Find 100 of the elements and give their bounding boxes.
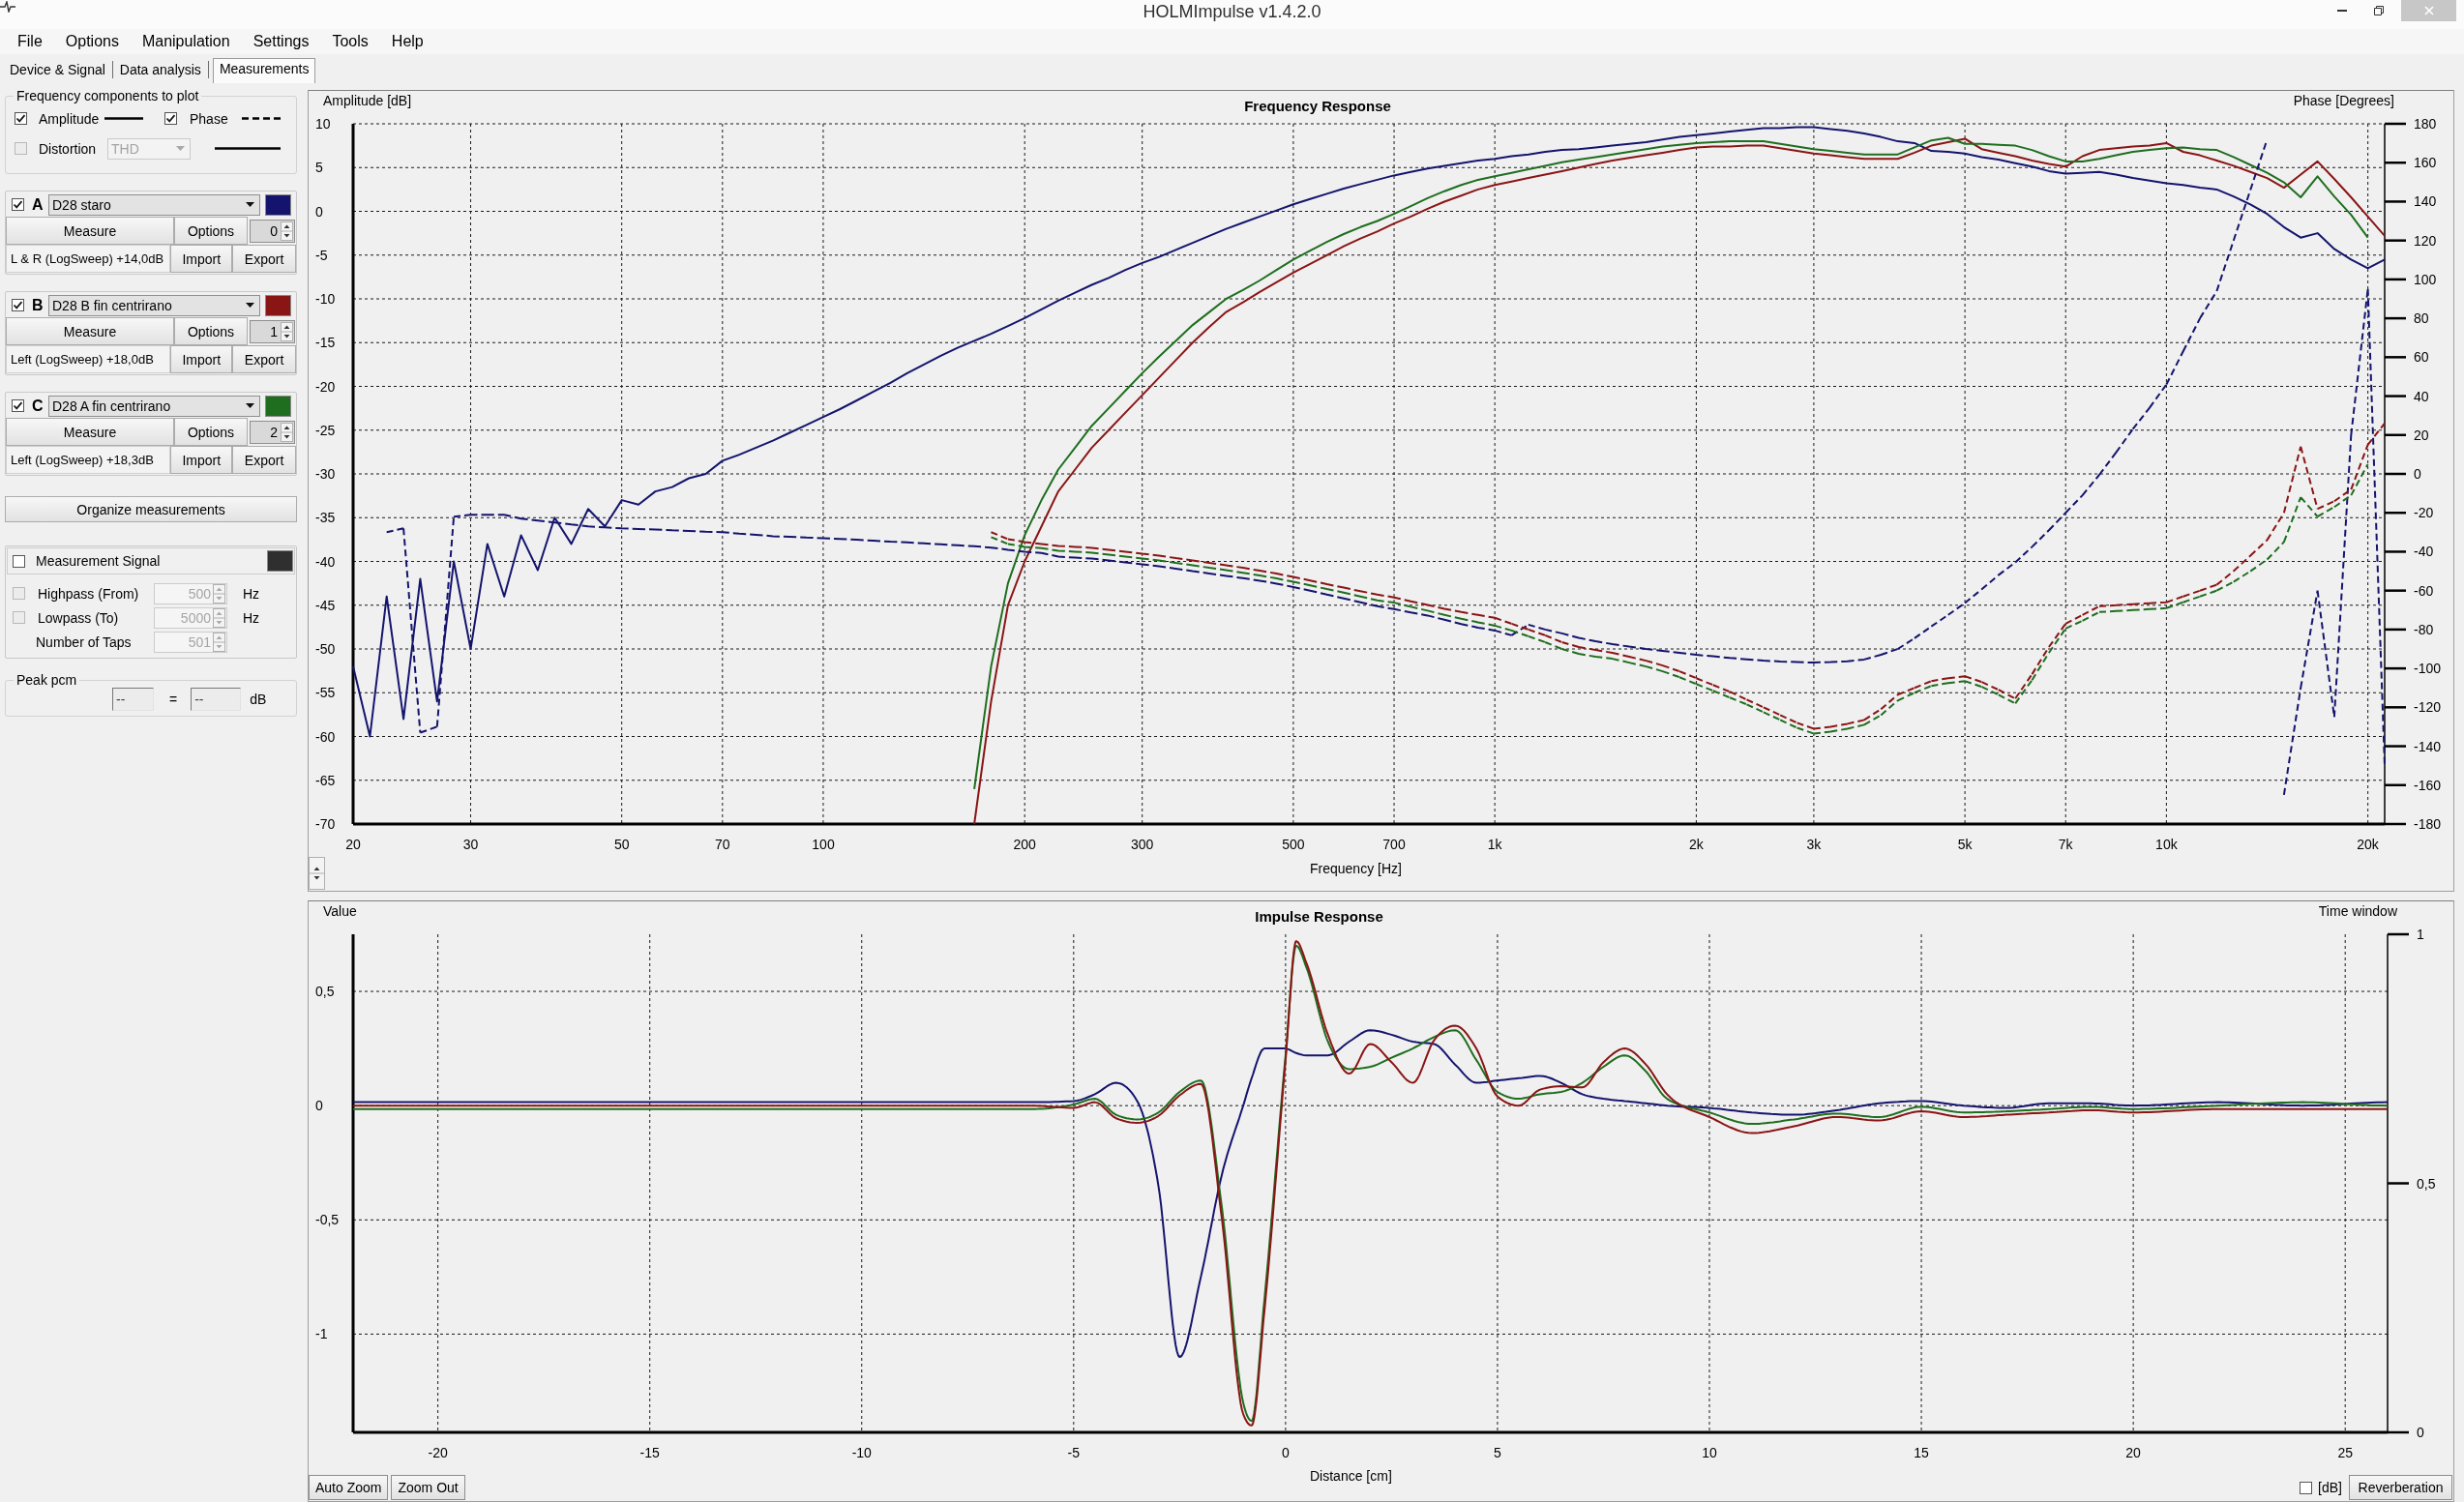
menu-item[interactable]: File xyxy=(6,32,54,51)
axis-title: Value xyxy=(323,903,357,919)
tab[interactable]: Data analysis xyxy=(112,61,209,78)
caret-icon xyxy=(176,146,185,151)
text-field[interactable]: -- xyxy=(191,688,242,711)
color-swatch[interactable] xyxy=(265,294,291,316)
color-swatch[interactable] xyxy=(267,550,293,572)
axis-tick-label: -60 xyxy=(2414,582,2434,599)
info-label: Left (LogSweep) +18,0dB xyxy=(6,345,171,373)
axis-tick-label: 7k xyxy=(2058,837,2073,852)
axis-tick-label: 70 xyxy=(715,837,730,852)
import-button[interactable]: Import xyxy=(170,345,233,373)
group-title: Frequency components to plot xyxy=(15,88,200,103)
chart-title: Impulse Response xyxy=(1255,908,1383,925)
window-title: HOLMImpulse v1.4.2.0 xyxy=(1143,1,1321,22)
axis-tick-label: -20 xyxy=(315,378,336,395)
tab[interactable]: Measurements xyxy=(212,58,316,83)
menu-item[interactable]: Options xyxy=(53,32,131,51)
axis-tick-label: -45 xyxy=(315,597,336,613)
axis-tick-label: -40 xyxy=(2414,544,2434,560)
axis-tick-label: 10 xyxy=(1702,1445,1717,1460)
info-label: L & R (LogSweep) +14,0dB xyxy=(6,245,171,273)
axis-tick-label: 40 xyxy=(2414,388,2429,404)
export-button[interactable]: Export xyxy=(232,446,296,474)
axis-tick-label: 5 xyxy=(315,160,323,176)
caret-icon xyxy=(246,303,254,308)
axis-tick-label: -5 xyxy=(1067,1445,1081,1460)
waveform-icon[interactable] xyxy=(0,1,15,13)
export-button[interactable]: Export xyxy=(232,345,296,373)
checkbox-label: Measurement Signal xyxy=(36,553,162,569)
import-button[interactable]: Import xyxy=(170,245,233,273)
axis-tick-label: -60 xyxy=(315,728,336,745)
axis-tick-label: 10k xyxy=(2155,837,2178,852)
axis-tick-label: 1 xyxy=(2417,927,2424,942)
menu-item[interactable]: Manipulation xyxy=(130,32,242,51)
dropdown[interactable]: D28 A fin centrirano xyxy=(48,395,260,417)
axis-tick-label: 0 xyxy=(1282,1445,1290,1460)
up-down-arrows-icon xyxy=(281,321,293,341)
axis-tick-label: 0,5 xyxy=(2417,1175,2436,1192)
export-button[interactable]: Export xyxy=(232,245,296,273)
minimize-icon xyxy=(2337,10,2347,12)
spin-field[interactable]: 0 xyxy=(250,219,295,243)
axis-tick-label: 160 xyxy=(2414,155,2437,171)
axis-tick-label: 500 xyxy=(1282,837,1305,852)
menu-item[interactable]: Help xyxy=(379,32,435,51)
checkbox[interactable] xyxy=(13,554,25,568)
options-button[interactable]: Options xyxy=(174,418,248,446)
axis-tick-label: -50 xyxy=(315,641,336,657)
color-swatch[interactable] xyxy=(265,395,291,417)
checkbox[interactable] xyxy=(164,112,177,125)
up-down-arrows-icon xyxy=(213,583,225,604)
spin-field[interactable]: 2 xyxy=(250,420,295,444)
axis-tick-label: 20 xyxy=(2414,427,2429,443)
checkbox[interactable] xyxy=(12,399,24,412)
dropdown[interactable]: D28 staro xyxy=(48,193,260,216)
axis-tick-label: 25 xyxy=(2337,1445,2353,1460)
menu-item[interactable]: Tools xyxy=(320,32,380,51)
up-down-arrows-icon[interactable] xyxy=(309,857,325,890)
axis-tick-label: -10 xyxy=(851,1445,872,1460)
axis-tick-label: 0 xyxy=(2414,466,2421,482)
zoom-button[interactable]: Zoom Out xyxy=(391,1475,465,1500)
menu-item[interactable]: Settings xyxy=(241,32,321,51)
color-swatch[interactable] xyxy=(265,193,291,216)
axis-tick-label: -160 xyxy=(2414,777,2442,793)
axis-tick-label: 2k xyxy=(1689,837,1704,852)
checkbox[interactable] xyxy=(12,299,24,311)
reverberation-button[interactable]: Reverberation xyxy=(2349,1475,2452,1500)
axis-tick-label: 30 xyxy=(462,837,479,852)
measurement-letter: C xyxy=(32,397,45,415)
spin-field[interactable]: 1 xyxy=(250,319,295,343)
axis-tick-label: -120 xyxy=(2414,699,2442,716)
axis-tick-label: -15 xyxy=(315,335,336,351)
checkbox[interactable] xyxy=(2300,1481,2313,1494)
axis-tick-label: -25 xyxy=(315,422,336,438)
measure-button[interactable]: Measure xyxy=(6,418,174,446)
text-field[interactable]: -- xyxy=(112,688,154,711)
import-button[interactable]: Import xyxy=(170,446,233,474)
zoom-button[interactable]: Auto Zoom xyxy=(309,1475,389,1500)
organize-button[interactable]: Organize measurements xyxy=(5,496,297,522)
checkbox-label: Amplitude xyxy=(39,110,101,127)
checkbox[interactable] xyxy=(12,198,24,211)
options-button[interactable]: Options xyxy=(174,317,248,345)
axis-tick-label: 80 xyxy=(2414,310,2429,327)
measure-button[interactable]: Measure xyxy=(6,217,174,245)
axis-tick-label: -35 xyxy=(315,510,336,526)
checkbox-label: Highpass (From) xyxy=(38,585,140,602)
dropdown[interactable]: D28 B fin centrirano xyxy=(48,294,260,316)
tab[interactable]: Device & Signal xyxy=(3,61,113,78)
axis-title: Phase [Degrees] xyxy=(2293,93,2394,108)
checkbox-label: Lowpass (To) xyxy=(38,609,120,626)
axis-title: Distance [cm] xyxy=(1310,1467,1392,1484)
axis-tick-label: -20 xyxy=(428,1445,448,1460)
checkbox[interactable] xyxy=(15,112,27,125)
axis-tick-label: -100 xyxy=(2414,661,2442,677)
axis-tick-label: 200 xyxy=(1013,837,1036,852)
up-down-arrows-icon xyxy=(281,422,293,442)
options-button[interactable]: Options xyxy=(174,217,248,245)
measure-button[interactable]: Measure xyxy=(6,317,174,345)
axis-tick-label: 300 xyxy=(1131,837,1154,852)
axis-tick-label: 20 xyxy=(2125,1445,2141,1460)
